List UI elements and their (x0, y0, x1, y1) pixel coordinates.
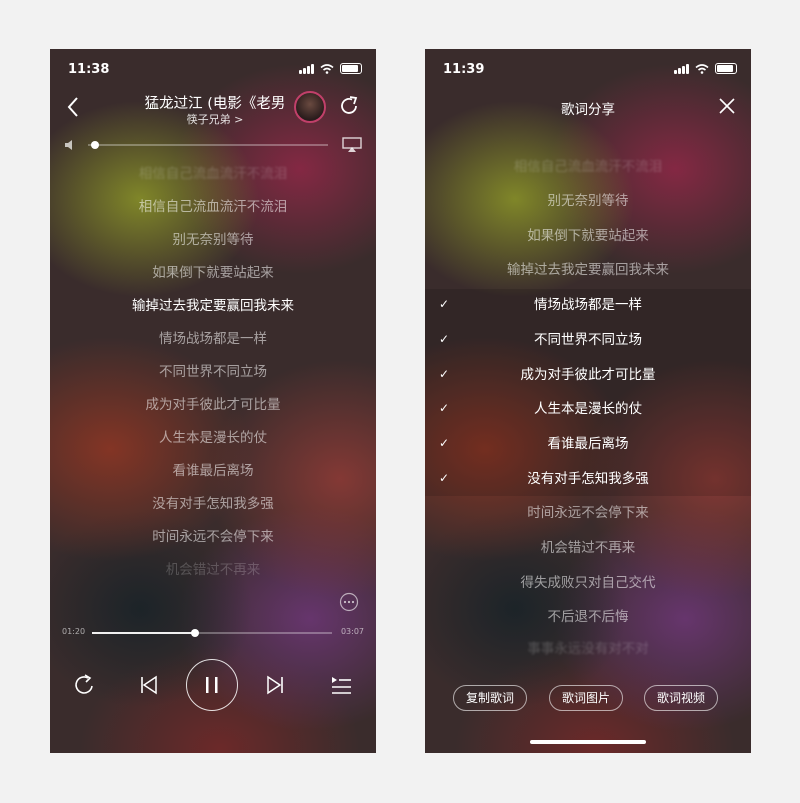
lyric-line-selected[interactable]: 看谁最后离场 (425, 434, 751, 454)
lyric-share-screen: 11:39 歌词分享 相信自己流血流汗不流泪 别无奈别等待 如果倒下就要站起来 输掉… (425, 49, 751, 753)
lyric-line-selected[interactable]: 人生本是漫长的仗 (425, 399, 751, 419)
lyric-line[interactable]: 看谁最后离场 (50, 461, 376, 481)
next-icon[interactable] (266, 675, 284, 695)
lyric-line-selected[interactable]: 不同世界不同立场 (425, 330, 751, 350)
share-icon[interactable] (338, 95, 360, 117)
lyric-line[interactable]: 相信自己流血流汗不流泪 (50, 197, 376, 217)
checkmark-icon: ✓ (439, 470, 450, 485)
total-time: 03:07 (340, 627, 364, 636)
signal-icon (674, 63, 689, 74)
checkmark-icon: ✓ (439, 401, 450, 416)
copy-lyrics-button[interactable]: 复制歌词 (453, 685, 528, 711)
repeat-icon[interactable] (72, 674, 96, 696)
lyric-line-selected[interactable]: 情场战场都是一样 (425, 295, 751, 315)
progress-slider[interactable] (92, 629, 332, 637)
lyric-line-partial-bottom: 事事永远没有对不对 (527, 641, 649, 657)
lyric-line-partial: 相信自己流血流汗不流泪 (138, 166, 288, 182)
player-screen: 11:38 猛龙过江 (电影《老男 筷子兄弟 > 相信自己流血流汗不流泪 相信自… (50, 49, 376, 753)
close-icon[interactable] (718, 97, 736, 115)
lyric-line[interactable]: 没有对手怎知我多强 (50, 494, 376, 514)
more-icon[interactable] (339, 592, 359, 612)
lyric-line[interactable]: 别无奈别等待 (50, 230, 376, 250)
lyric-line[interactable]: 时间永远不会停下来 (425, 503, 751, 523)
lyric-line[interactable]: 人生本是漫长的仗 (50, 428, 376, 448)
status-time: 11:38 (68, 62, 110, 77)
lyric-line[interactable]: 不后退不后悔 (425, 607, 751, 627)
lyric-line[interactable]: 机会错过不再来 (50, 560, 376, 580)
current-time: 01:20 (62, 627, 86, 636)
checkmark-icon: ✓ (439, 366, 450, 381)
lyric-line[interactable]: 如果倒下就要站起来 (50, 263, 376, 283)
pause-button[interactable] (186, 659, 238, 711)
wifi-icon (695, 63, 709, 74)
status-icons (299, 63, 362, 74)
checkmark-icon: ✓ (439, 331, 450, 346)
lyric-line[interactable]: 时间永远不会停下来 (50, 527, 376, 547)
checkmark-icon: ✓ (439, 297, 450, 312)
page-title: 歌词分享 (561, 102, 615, 118)
status-icons (674, 63, 737, 74)
status-time: 11:39 (443, 62, 485, 77)
previous-icon[interactable] (140, 675, 158, 695)
volume-icon (65, 140, 72, 150)
lyric-image-button[interactable]: 歌词图片 (549, 685, 624, 711)
battery-icon (340, 63, 362, 74)
lyric-line[interactable]: 输掉过去我定要赢回我未来 (425, 260, 751, 280)
progress-fill (92, 632, 196, 634)
pause-icon (206, 677, 218, 693)
lyric-line[interactable]: 机会错过不再来 (425, 538, 751, 558)
checkmark-icon: ✓ (439, 435, 450, 450)
lyric-line-selected[interactable]: 没有对手怎知我多强 (425, 469, 751, 489)
lyric-line-selected[interactable]: 成为对手彼此才可比量 (425, 365, 751, 385)
back-arrow-icon[interactable] (66, 96, 80, 118)
artist-link[interactable]: 筷子兄弟 > (130, 111, 300, 127)
airplay-icon[interactable] (342, 137, 362, 153)
lyric-line[interactable]: 不同世界不同立场 (50, 362, 376, 382)
home-indicator (530, 740, 646, 744)
lyric-line-partial: 相信自己流血流汗不流泪 (513, 159, 663, 175)
volume-knob[interactable] (91, 141, 100, 149)
artist-avatar-icon[interactable] (294, 91, 326, 123)
lyric-line[interactable]: 情场战场都是一样 (50, 329, 376, 349)
lyric-line[interactable]: 得失成败只对自己交代 (425, 573, 751, 593)
selection-band (425, 289, 751, 496)
playlist-icon[interactable] (330, 675, 352, 695)
progress-knob[interactable] (191, 629, 200, 637)
wifi-icon (320, 63, 334, 74)
lyric-line[interactable]: 如果倒下就要站起来 (425, 226, 751, 246)
lyric-line[interactable]: 成为对手彼此才可比量 (50, 395, 376, 415)
lyric-line-current[interactable]: 输掉过去我定要赢回我未来 (50, 296, 376, 316)
battery-icon (715, 63, 737, 74)
signal-icon (299, 63, 314, 74)
song-title: 猛龙过江 (电影《老男 (144, 96, 286, 112)
volume-slider[interactable] (88, 141, 328, 149)
lyric-line[interactable]: 别无奈别等待 (425, 191, 751, 211)
lyric-video-button[interactable]: 歌词视频 (644, 685, 719, 711)
